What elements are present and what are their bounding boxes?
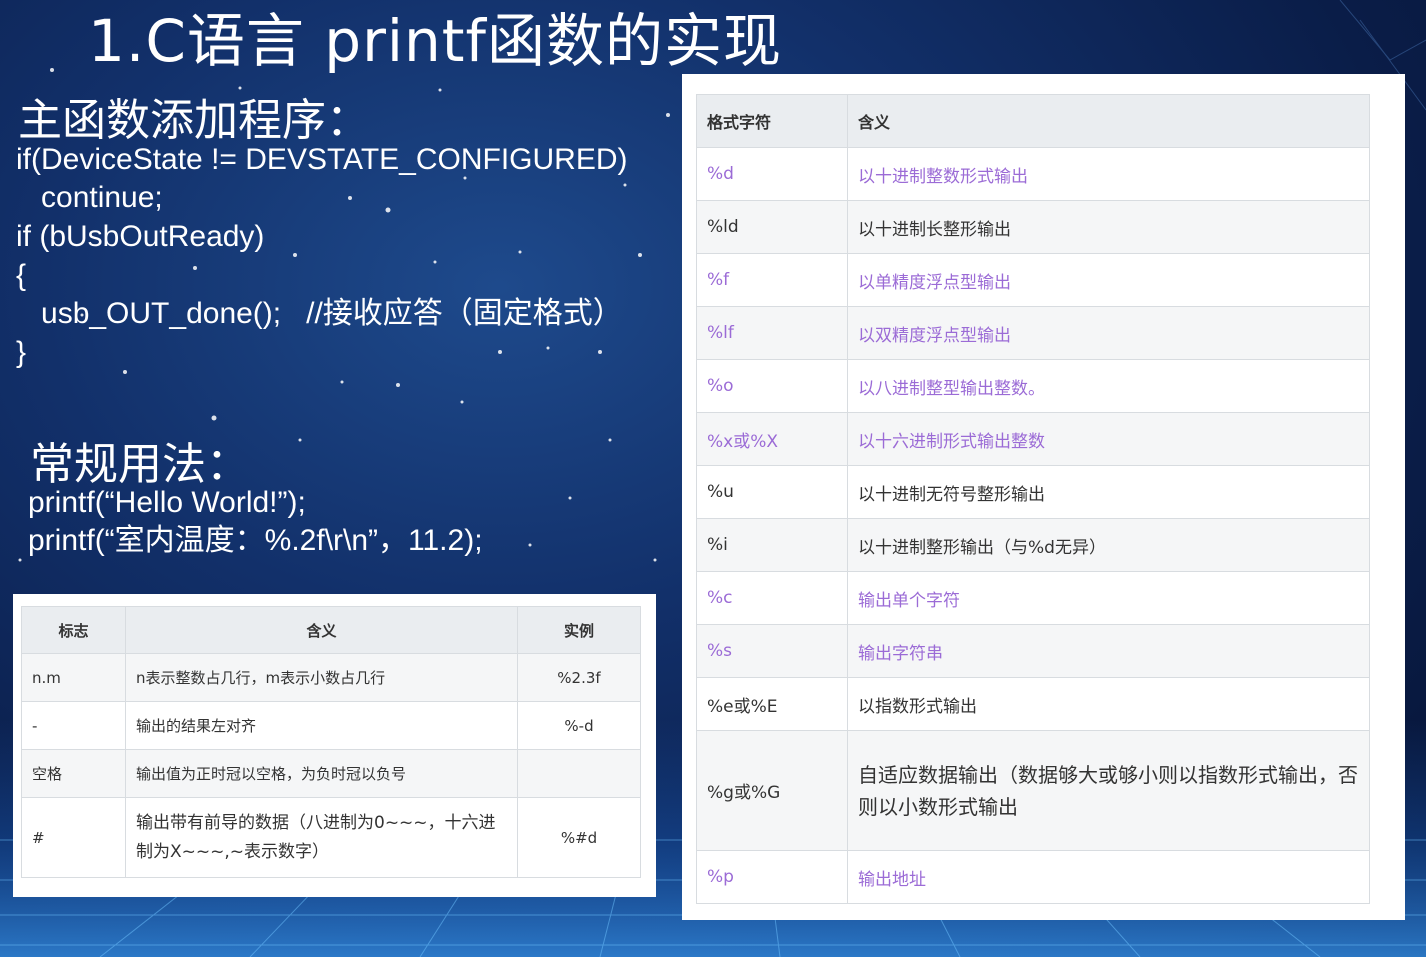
table-row: %d 以十进制整数形式输出 xyxy=(696,147,1370,201)
header-meaning: 含义 xyxy=(847,94,1370,148)
format-table: 格式字符 含义 %d 以十进制整数形式输出 %ld 以十进制长整形输出 %f 以… xyxy=(696,94,1370,904)
flag-meaning: 输出带有前导的数据（八进制为0~~~，十六进制为X~~~,~表示数字） xyxy=(125,797,518,878)
format-meaning[interactable]: 输出字符串 xyxy=(847,624,1370,678)
format-code: %u xyxy=(696,465,848,519)
format-table-panel: 格式字符 含义 %d 以十进制整数形式输出 %ld 以十进制长整形输出 %f 以… xyxy=(682,74,1405,920)
table-row: %c 输出单个字符 xyxy=(696,571,1370,625)
format-code[interactable]: %c xyxy=(696,571,848,625)
table-row: %i 以十进制整形输出（与%d无异） xyxy=(696,518,1370,572)
code-line: continue; xyxy=(16,181,163,214)
format-code: %i xyxy=(696,518,848,572)
format-code: %ld xyxy=(696,200,848,254)
format-meaning[interactable]: 输出地址 xyxy=(847,850,1370,904)
table-row: %s 输出字符串 xyxy=(696,624,1370,678)
table-row: %ld 以十进制长整形输出 xyxy=(696,200,1370,254)
code-line: if(DeviceState != DEVSTATE_CONFIGURED) xyxy=(16,143,628,176)
format-code[interactable]: %x或%X xyxy=(696,412,848,466)
table-row: %f 以单精度浮点型输出 xyxy=(696,253,1370,307)
format-code: %g或%G xyxy=(696,730,848,851)
format-meaning[interactable]: 以十六进制形式输出整数 xyxy=(847,412,1370,466)
format-code[interactable]: %d xyxy=(696,147,848,201)
header-example: 实例 xyxy=(517,606,641,654)
table-row: %lf 以双精度浮点型输出 xyxy=(696,306,1370,360)
header-meaning: 含义 xyxy=(125,606,518,654)
code-line: { xyxy=(16,259,27,292)
table-row: - 输出的结果左对齐 %-d xyxy=(21,701,641,750)
main-heading: 主函数添加程序： xyxy=(18,95,370,146)
format-code: %e或%E xyxy=(696,677,848,731)
flag-cell: n.m xyxy=(21,653,126,702)
header-format-char: 格式字符 xyxy=(696,94,848,148)
code-line: usb_OUT_done(); //接收应答（固定格式） xyxy=(16,297,623,330)
format-meaning[interactable]: 以十进制整数形式输出 xyxy=(847,147,1370,201)
table-row: %o 以八进制整型输出整数。 xyxy=(696,359,1370,413)
usage-line: printf(“Hello World!”); xyxy=(28,486,306,519)
flag-table-panel: 标志 含义 实例 n.m n表示整数占几行，m表示小数占几行 %2.3f - 输… xyxy=(13,594,656,897)
format-code[interactable]: %lf xyxy=(696,306,848,360)
table-header-row: 格式字符 含义 xyxy=(696,94,1370,148)
table-row: 空格 输出值为正时冠以空格，为负时冠以负号 xyxy=(21,749,641,798)
format-meaning: 以十进制整形输出（与%d无异） xyxy=(847,518,1370,572)
table-row: %u 以十进制无符号整形输出 xyxy=(696,465,1370,519)
usage-heading: 常规用法： xyxy=(30,439,250,490)
code-line: } xyxy=(16,336,27,369)
format-meaning: 以十进制长整形输出 xyxy=(847,200,1370,254)
format-meaning[interactable]: 以单精度浮点型输出 xyxy=(847,253,1370,307)
code-line: if (bUsbOutReady) xyxy=(16,220,265,253)
table-row: n.m n表示整数占几行，m表示小数占几行 %2.3f xyxy=(21,653,641,702)
usage-line: printf(“室内温度：%.2f\r\n”，11.2); xyxy=(28,524,483,557)
table-header-row: 标志 含义 实例 xyxy=(21,606,641,654)
flag-cell: # xyxy=(21,797,126,878)
format-meaning[interactable]: 以双精度浮点型输出 xyxy=(847,306,1370,360)
flag-cell: - xyxy=(21,701,126,750)
table-row: # 输出带有前导的数据（八进制为0~~~，十六进制为X~~~,~表示数字） %#… xyxy=(21,797,641,878)
format-meaning: 以指数形式输出 xyxy=(847,677,1370,731)
format-meaning: 自适应数据输出（数据够大或够小则以指数形式输出，否则以小数形式输出 xyxy=(847,730,1370,851)
flag-example: %#d xyxy=(517,797,641,878)
format-code[interactable]: %s xyxy=(696,624,848,678)
table-row: %e或%E 以指数形式输出 xyxy=(696,677,1370,731)
header-flag: 标志 xyxy=(21,606,126,654)
page-title: 1.C语言 printf函数的实现 xyxy=(88,7,782,75)
format-code[interactable]: %o xyxy=(696,359,848,413)
format-meaning[interactable]: 输出单个字符 xyxy=(847,571,1370,625)
table-row: %x或%X 以十六进制形式输出整数 xyxy=(696,412,1370,466)
format-meaning: 以十进制无符号整形输出 xyxy=(847,465,1370,519)
flag-example: %-d xyxy=(517,701,641,750)
flag-table: 标志 含义 实例 n.m n表示整数占几行，m表示小数占几行 %2.3f - 输… xyxy=(21,606,641,878)
format-code[interactable]: %f xyxy=(696,253,848,307)
flag-meaning: n表示整数占几行，m表示小数占几行 xyxy=(125,653,518,702)
table-row: %g或%G 自适应数据输出（数据够大或够小则以指数形式输出，否则以小数形式输出 xyxy=(696,730,1370,851)
format-code[interactable]: %p xyxy=(696,850,848,904)
flag-example xyxy=(517,749,641,798)
flag-meaning: 输出的结果左对齐 xyxy=(125,701,518,750)
table-row: %p 输出地址 xyxy=(696,850,1370,904)
flag-example: %2.3f xyxy=(517,653,641,702)
format-meaning[interactable]: 以八进制整型输出整数。 xyxy=(847,359,1370,413)
flag-meaning: 输出值为正时冠以空格，为负时冠以负号 xyxy=(125,749,518,798)
flag-cell: 空格 xyxy=(21,749,126,798)
